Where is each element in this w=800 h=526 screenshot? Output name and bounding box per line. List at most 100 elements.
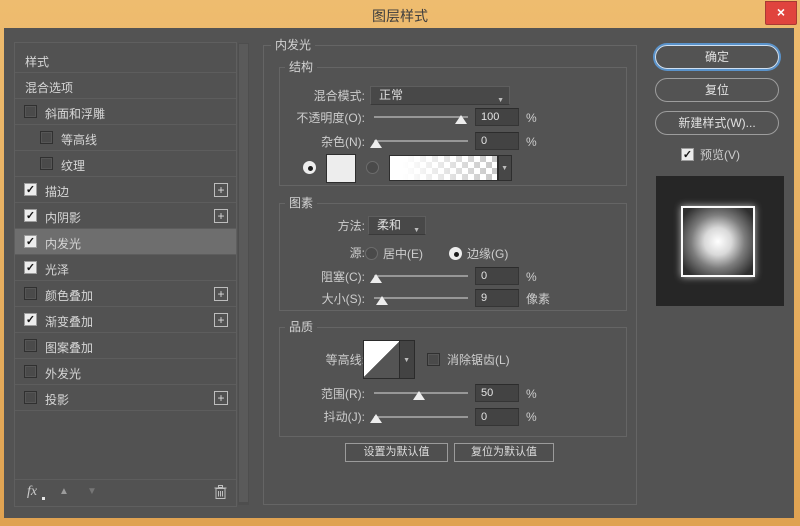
add-effect-icon[interactable]: +: [214, 313, 228, 327]
blend-mode-dropdown[interactable]: 正常 ▼: [370, 86, 510, 105]
glow-gradient-swatch[interactable]: [389, 155, 498, 181]
sidebar-item-texture[interactable]: ✓ 纹理: [15, 151, 236, 177]
sidebar-scrollbar[interactable]: [238, 43, 249, 505]
range-input[interactable]: 50: [475, 384, 519, 402]
structure-legend: 结构: [285, 60, 318, 74]
choke-slider-track[interactable]: [374, 275, 468, 277]
reset-default-button[interactable]: 复位为默认值: [454, 443, 554, 462]
jitter-slider-track[interactable]: [374, 416, 468, 418]
sidebar-item-color-overlay[interactable]: ✓ 颜色叠加 +: [15, 281, 236, 307]
sidebar-item-inner-shadow[interactable]: ✓ 内阴影 +: [15, 203, 236, 229]
method-dropdown[interactable]: 柔和 ▼: [368, 216, 426, 235]
sidebar-item-styles[interactable]: 样式: [15, 47, 236, 73]
size-input[interactable]: 9: [475, 289, 519, 307]
noise-slider-track[interactable]: [374, 140, 468, 142]
new-style-button[interactable]: 新建样式(W)...: [655, 111, 779, 135]
ok-button[interactable]: 确定: [655, 45, 779, 69]
plus-icon: +: [217, 313, 225, 327]
size-slider-track[interactable]: [374, 297, 468, 299]
fx-icon[interactable]: fx: [27, 484, 37, 500]
arrow-down-icon[interactable]: ▼: [87, 486, 97, 497]
glow-gradient-radio[interactable]: [366, 161, 379, 174]
check-icon: ✓: [25, 210, 36, 222]
method-value: 柔和: [377, 218, 402, 232]
sidebar-item-stroke[interactable]: ✓ 描边 +: [15, 177, 236, 203]
choke-unit: %: [526, 270, 537, 284]
add-effect-icon[interactable]: +: [214, 209, 228, 223]
checkbox-unchecked[interactable]: ✓: [40, 157, 53, 170]
opacity-input[interactable]: 100: [475, 108, 519, 126]
glow-color-swatch[interactable]: [326, 154, 356, 183]
effects-list: 样式 混合选项 ✓ 斜面和浮雕 ✓ 等高线 ✓ 纹理 ✓ 描边 +: [15, 47, 236, 411]
noise-input[interactable]: 0: [475, 132, 519, 150]
trash-icon[interactable]: [214, 485, 227, 505]
source-center-radio[interactable]: [365, 247, 378, 260]
checkbox-checked[interactable]: ✓: [24, 313, 37, 326]
chevron-down-icon: ▼: [413, 227, 420, 234]
plus-icon: +: [217, 183, 225, 197]
sidebar-item-label: 外发光: [45, 367, 82, 381]
reset-button[interactable]: 复位: [655, 78, 779, 102]
preview-label: 预览(V): [700, 148, 740, 162]
checkbox-checked[interactable]: ✓: [24, 235, 37, 248]
checkbox-unchecked[interactable]: ✓: [24, 365, 37, 378]
sidebar-item-outer-glow[interactable]: ✓ 外发光: [15, 359, 236, 385]
checkbox-unchecked[interactable]: ✓: [40, 131, 53, 144]
antialias-checkbox[interactable]: ✓: [427, 353, 440, 366]
arrow-up-icon[interactable]: ▲: [59, 486, 69, 497]
sidebar-item-gradient-overlay[interactable]: ✓ 渐变叠加 +: [15, 307, 236, 333]
sidebar-item-label: 投影: [45, 393, 70, 407]
close-button[interactable]: ×: [765, 1, 797, 25]
opacity-slider-track[interactable]: [374, 116, 468, 118]
chevron-down-icon: ▼: [497, 97, 504, 104]
size-slider-thumb[interactable]: [376, 296, 388, 305]
method-label: 方法:: [337, 219, 365, 233]
checkbox-unchecked[interactable]: ✓: [24, 105, 37, 118]
add-effect-icon[interactable]: +: [214, 391, 228, 405]
jitter-slider-thumb[interactable]: [370, 414, 382, 423]
sidebar-item-contour[interactable]: ✓ 等高线: [15, 125, 236, 151]
gradient-picker-button[interactable]: ▼: [498, 155, 512, 181]
sidebar-item-satin[interactable]: ✓ 光泽: [15, 255, 236, 281]
check-icon: ✓: [25, 184, 36, 196]
sidebar-item-pattern-overlay[interactable]: ✓ 图案叠加: [15, 333, 236, 359]
scrollbar-thumb[interactable]: [239, 44, 248, 502]
set-default-button[interactable]: 设置为默认值: [345, 443, 448, 462]
source-center-label: 居中(E): [383, 247, 423, 261]
checkbox-checked[interactable]: ✓: [24, 209, 37, 222]
sidebar-item-bevel-emboss[interactable]: ✓ 斜面和浮雕: [15, 99, 236, 125]
sidebar-item-blending-options[interactable]: 混合选项: [15, 73, 236, 99]
sidebar-item-label: 图案叠加: [45, 341, 94, 355]
jitter-unit: %: [526, 410, 537, 424]
glow-color-radio[interactable]: [303, 161, 316, 174]
choke-input[interactable]: 0: [475, 267, 519, 285]
checkbox-unchecked[interactable]: ✓: [24, 339, 37, 352]
choke-slider-thumb[interactable]: [370, 274, 382, 283]
preview-checkbox[interactable]: ✓: [681, 148, 694, 161]
contour-thumbnail[interactable]: [363, 340, 400, 379]
jitter-input[interactable]: 0: [475, 408, 519, 426]
range-slider-thumb[interactable]: [413, 391, 425, 400]
checkbox-checked[interactable]: ✓: [24, 261, 37, 274]
sidebar-item-drop-shadow[interactable]: ✓ 投影 +: [15, 385, 236, 411]
plus-icon: +: [217, 287, 225, 301]
contour-picker-button[interactable]: ▼: [400, 340, 415, 379]
dialog-title: 图层样式: [372, 8, 428, 24]
checkbox-unchecked[interactable]: ✓: [24, 287, 37, 300]
plus-icon: +: [217, 391, 225, 405]
source-edge-radio[interactable]: [449, 247, 462, 260]
check-icon: ✓: [25, 314, 36, 326]
source-label: 源:: [349, 246, 365, 260]
add-effect-icon[interactable]: +: [214, 183, 228, 197]
chevron-down-icon: ▼: [501, 165, 508, 172]
noise-slider-thumb[interactable]: [370, 139, 382, 148]
sidebar-item-label: 等高线: [61, 133, 98, 147]
sidebar-item-label: 混合选项: [25, 81, 74, 95]
sidebar-item-inner-glow[interactable]: ✓ 内发光: [15, 229, 236, 255]
add-effect-icon[interactable]: +: [214, 287, 228, 301]
checkbox-checked[interactable]: ✓: [24, 183, 37, 196]
sidebar-item-label: 斜面和浮雕: [45, 107, 106, 121]
opacity-slider-thumb[interactable]: [455, 115, 467, 124]
checkbox-unchecked[interactable]: ✓: [24, 391, 37, 404]
jitter-label: 抖动(J):: [323, 410, 365, 424]
